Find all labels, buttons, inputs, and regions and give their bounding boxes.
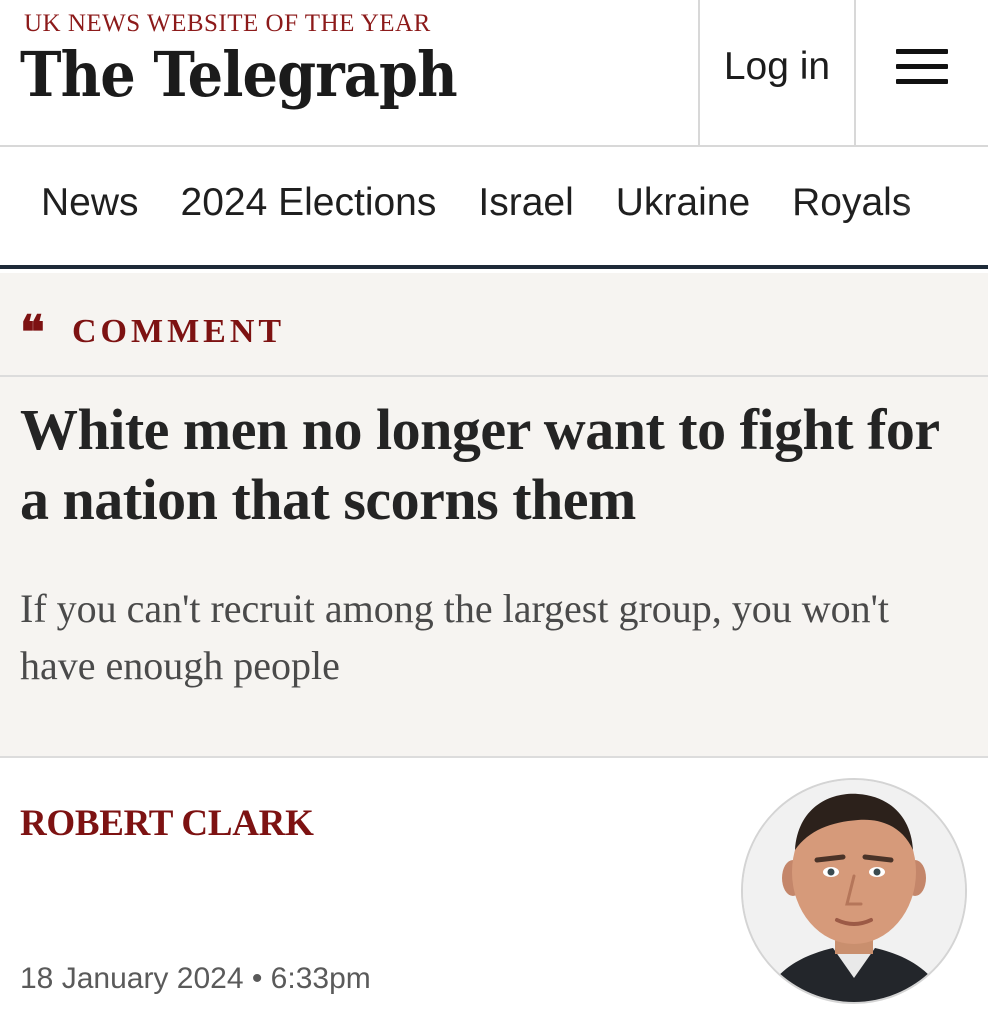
- author-avatar[interactable]: [741, 778, 967, 1004]
- site-tagline: UK NEWS WEBSITE OF THE YEAR: [24, 10, 431, 37]
- nav-item-israel[interactable]: Israel: [478, 181, 573, 225]
- nav-item-2024-elections[interactable]: 2024 Elections: [181, 181, 437, 225]
- article-byline: ROBERT CLARK 18 January 2024 • 6:33pm: [0, 760, 988, 1024]
- article-standfirst: If you can't recruit among the largest g…: [20, 586, 890, 688]
- nav-item-ukraine[interactable]: Ukraine: [616, 181, 750, 225]
- nav-item-news[interactable]: News: [41, 181, 139, 225]
- author-name[interactable]: ROBERT CLARK: [20, 802, 314, 845]
- kicker-label[interactable]: COMMENT: [72, 313, 285, 351]
- login-button[interactable]: Log in: [698, 0, 856, 145]
- nav-scroll-fade: [898, 149, 988, 265]
- author-portrait-icon: [743, 780, 965, 1002]
- site-header: UK NEWS WEBSITE OF THE YEAR The Telegrap…: [0, 0, 988, 147]
- menu-button[interactable]: [856, 0, 988, 145]
- telegraph-logo[interactable]: The Telegraph: [20, 38, 458, 111]
- section-kicker: ❝ COMMENT: [0, 273, 988, 377]
- publish-date: 18 January 2024 • 6:33pm: [20, 962, 371, 995]
- quote-icon: ❝: [20, 305, 45, 359]
- article-headline: White men no longer want to fight for a …: [20, 397, 939, 532]
- nav-item-royals[interactable]: Royals: [792, 181, 911, 225]
- article-header: ❝ COMMENT White men no longer want to fi…: [0, 273, 988, 758]
- hamburger-menu-icon: [896, 48, 948, 85]
- section-nav: News 2024 Elections Israel Ukraine Royal…: [0, 149, 988, 269]
